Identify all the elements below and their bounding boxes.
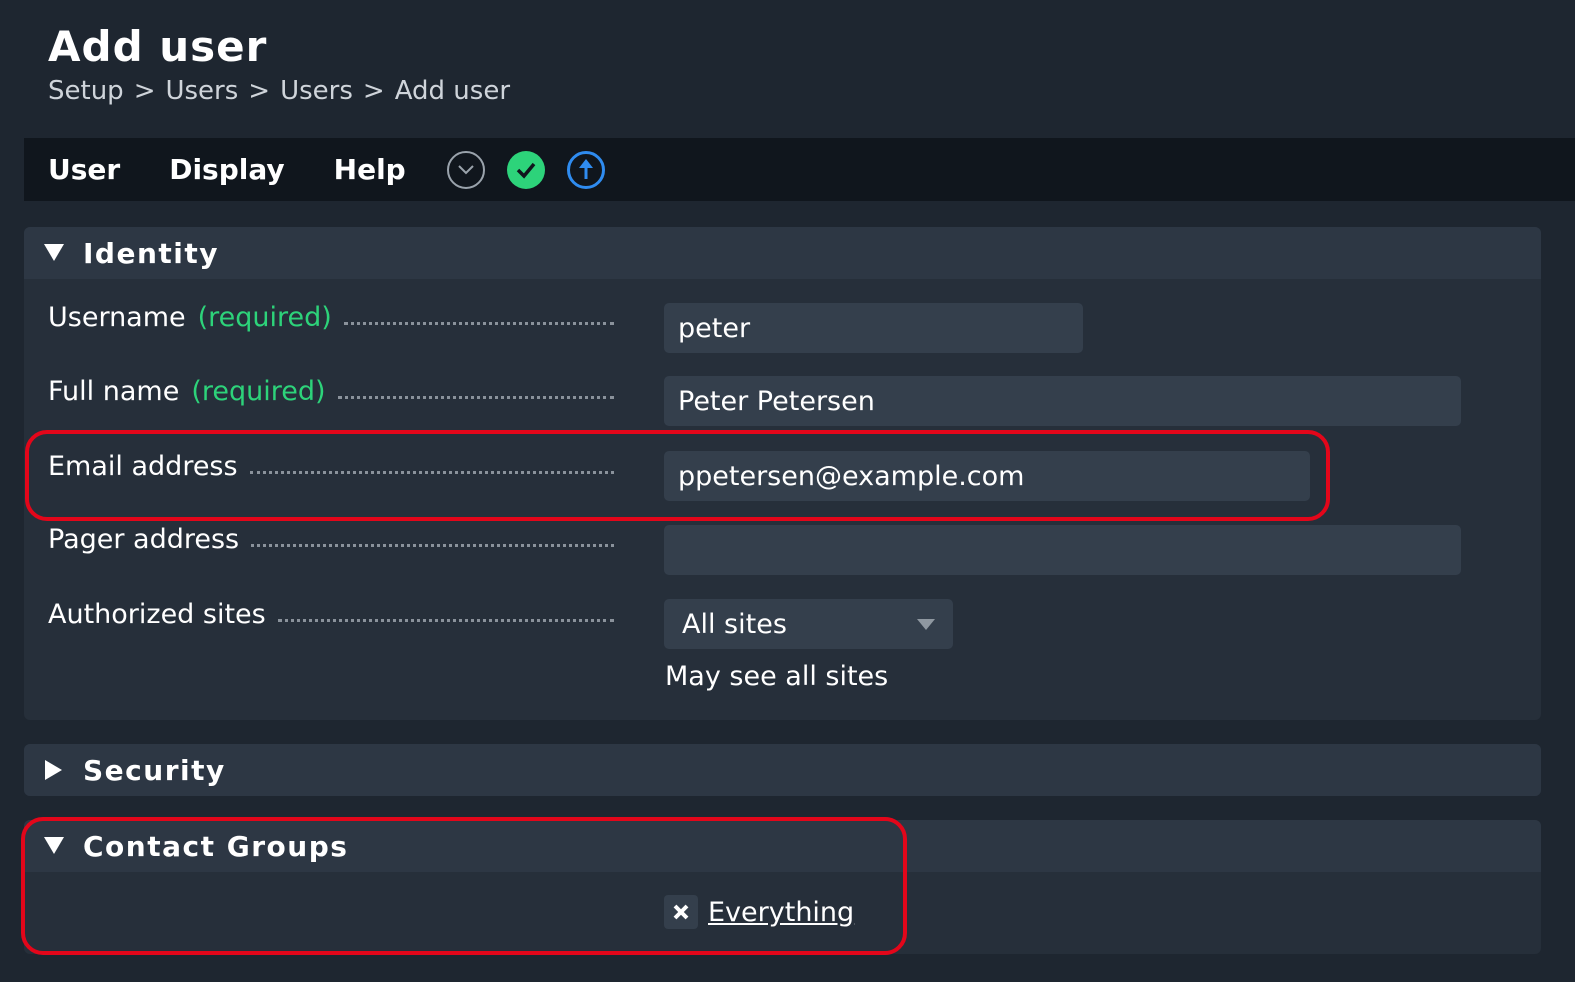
menu-display[interactable]: Display xyxy=(169,153,284,186)
page-title: Add user xyxy=(48,22,268,71)
breadcrumb-add-user: Add user xyxy=(394,76,511,106)
breadcrumb: Setup > Users > Users > Add user xyxy=(48,76,510,106)
full-name-label-text: Full name xyxy=(48,376,180,407)
pager-label-text: Pager address xyxy=(48,524,240,555)
label-leader xyxy=(337,396,614,399)
label-leader xyxy=(251,544,614,547)
identity-header[interactable]: Identity xyxy=(24,227,1541,279)
breadcrumb-separator: > xyxy=(133,76,156,106)
username-label-text: Username xyxy=(48,302,186,333)
expanded-triangle-icon xyxy=(44,243,64,263)
username-label: Username (required) xyxy=(48,302,614,333)
username-input[interactable] xyxy=(664,303,1083,353)
identity-title: Identity xyxy=(83,236,220,270)
breadcrumb-separator: > xyxy=(362,76,385,106)
menu-help[interactable]: Help xyxy=(334,153,406,186)
security-section: Security xyxy=(24,744,1541,796)
menu-user[interactable]: User xyxy=(48,153,120,186)
authorized-sites-label-text: Authorized sites xyxy=(48,599,266,630)
label-leader xyxy=(277,619,614,622)
breadcrumb-separator: > xyxy=(248,76,271,106)
authorized-sites-hint: May see all sites xyxy=(665,661,889,692)
email-highlight-box xyxy=(25,430,1330,521)
collapsed-triangle-icon xyxy=(44,760,64,780)
chevron-down-icon xyxy=(917,619,935,630)
upload-arrow-icon[interactable] xyxy=(566,150,605,189)
activate-checkmark-icon[interactable] xyxy=(506,150,545,189)
dropdown-circle-icon[interactable] xyxy=(446,150,485,189)
contact-groups-highlight-box xyxy=(21,817,907,955)
full-name-input[interactable] xyxy=(664,376,1461,426)
security-header[interactable]: Security xyxy=(24,744,1541,796)
label-leader xyxy=(343,322,614,325)
pager-label: Pager address xyxy=(48,524,614,555)
breadcrumb-users-list[interactable]: Users xyxy=(280,76,353,106)
pager-input[interactable] xyxy=(664,525,1461,575)
breadcrumb-setup[interactable]: Setup xyxy=(48,76,124,106)
authorized-sites-select[interactable]: All sites xyxy=(664,599,953,649)
authorized-sites-label: Authorized sites xyxy=(48,599,614,630)
authorized-sites-selected: All sites xyxy=(682,608,787,640)
security-title: Security xyxy=(83,753,226,787)
breadcrumb-users[interactable]: Users xyxy=(165,76,238,106)
full-name-label: Full name (required) xyxy=(48,376,614,407)
required-marker: (required) xyxy=(197,302,332,333)
menubar: User Display Help xyxy=(24,138,1575,201)
required-marker: (required) xyxy=(191,376,326,407)
